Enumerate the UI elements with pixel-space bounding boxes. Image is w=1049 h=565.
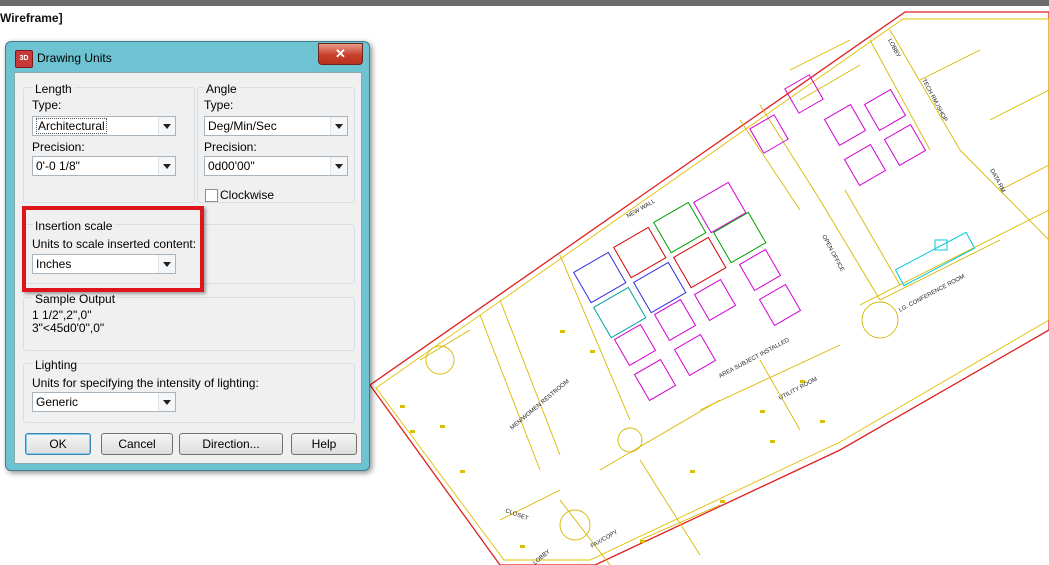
dialog-title: Drawing Units <box>37 51 112 65</box>
length-type-value: Architectural <box>36 118 107 134</box>
length-type-label: Type: <box>32 98 62 112</box>
angle-type-value: Deg/Min/Sec <box>208 119 277 133</box>
lighting-units-select[interactable]: Generic <box>32 392 176 412</box>
length-group-label: Length <box>33 82 74 96</box>
chevron-down-icon <box>330 157 347 175</box>
angle-precision-select[interactable]: 0d00'00" <box>204 156 348 176</box>
clockwise-label[interactable]: Clockwise <box>220 188 274 202</box>
lighting-label: Lighting <box>33 358 80 372</box>
application-top-bar <box>0 0 1049 6</box>
angle-precision-value: 0d00'00" <box>208 159 255 173</box>
length-precision-select[interactable]: 0'-0 1/8" <box>32 156 176 176</box>
label-restroom: MEN/WOMEN RESTROOM <box>509 379 570 432</box>
label-utility: UTILITY ROOM <box>778 376 818 401</box>
colored-workstations <box>572 181 767 339</box>
lighting-units-value: Generic <box>36 395 79 409</box>
angle-precision-label: Precision: <box>204 140 257 154</box>
floor-plan-drawing[interactable]: LOBBY TECH RM./SHOP DATA RM. LG. CONFERE… <box>360 10 1049 565</box>
chevron-down-icon <box>158 157 175 175</box>
viewport-visual-style-label[interactable]: Wireframe] <box>0 11 63 25</box>
interior-walls <box>419 29 1049 565</box>
lighting-units-label: Units for specifying the intensity of li… <box>32 376 259 390</box>
angle-type-select[interactable]: Deg/Min/Sec <box>204 116 348 136</box>
cancel-button[interactable]: Cancel <box>101 433 173 455</box>
close-button[interactable]: ✕ <box>318 43 363 65</box>
building-inner-wall <box>375 18 1049 561</box>
chevron-down-icon <box>158 117 175 135</box>
label-open-office: OPEN OFFICE <box>820 234 844 273</box>
chevron-down-icon <box>330 117 347 135</box>
label-closet: CLOSET <box>504 508 529 522</box>
clockwise-checkbox[interactable] <box>205 189 218 202</box>
angle-group-label: Angle <box>204 82 239 96</box>
sample-output-line-2: 3"<45d0'0",0" <box>32 321 105 335</box>
length-type-select[interactable]: Architectural <box>32 116 176 136</box>
label-area: AREA SUBJECT INSTALLED <box>718 337 791 380</box>
label-lobby-top: LOBBY <box>886 38 901 58</box>
label-fax: FAX/COPY <box>590 530 619 550</box>
insertion-scale-highlight-annotation <box>22 206 204 292</box>
angle-type-label: Type: <box>204 98 234 112</box>
label-tech-shop: TECH RM./SHOP <box>920 78 948 123</box>
direction-button[interactable]: Direction... <box>179 433 283 455</box>
dialog-title-bar[interactable]: 3D Drawing Units ✕ <box>6 42 369 72</box>
length-precision-value: 0'-0 1/8" <box>36 159 80 173</box>
label-conference: LG. CONFERENCE ROOM <box>898 274 966 314</box>
help-button[interactable]: Help <box>291 433 357 455</box>
app-logo-icon: 3D <box>15 50 33 68</box>
sample-output-label: Sample Output <box>33 292 118 306</box>
length-precision-label: Precision: <box>32 140 85 154</box>
label-lobby-bottom: LOBBY <box>532 549 551 565</box>
sample-output-line-1: 1 1/2",2",0" <box>32 308 92 322</box>
chevron-down-icon <box>158 393 175 411</box>
ok-button[interactable]: OK <box>25 433 91 455</box>
